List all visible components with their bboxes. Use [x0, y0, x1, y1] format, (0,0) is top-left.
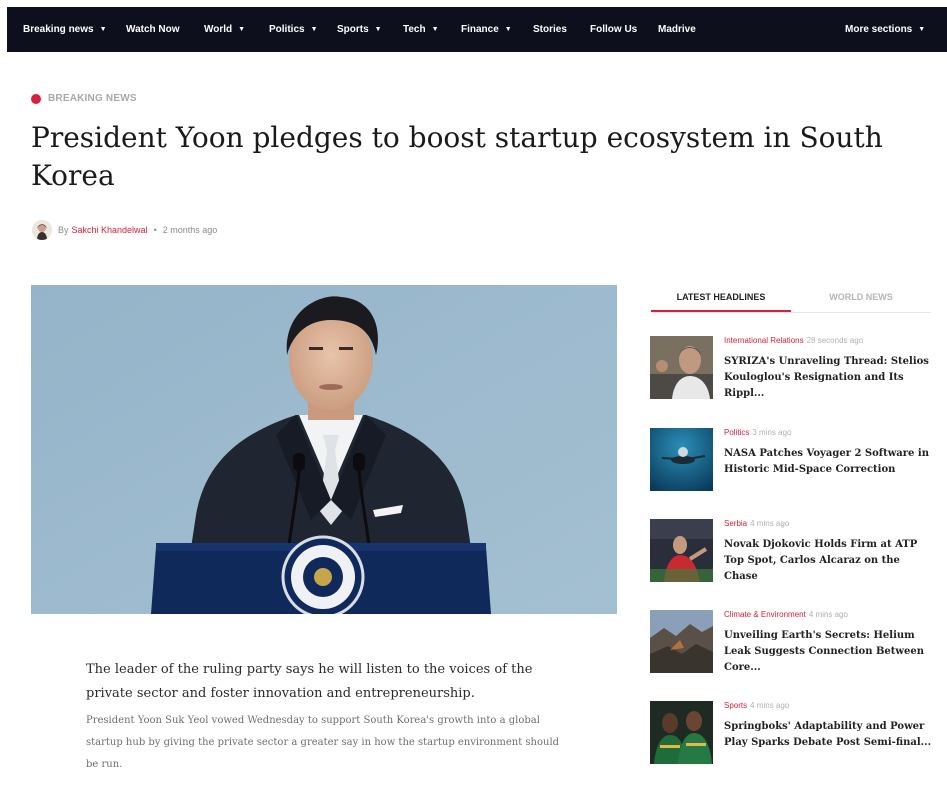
headline-category[interactable]: Sports	[724, 701, 747, 710]
headline-title[interactable]: SYRIZA's Unraveling Thread: Stelios Koul…	[724, 354, 934, 402]
article-title: President Yoon pledges to boost startup …	[31, 121, 883, 192]
headline-item[interactable]: Politics 3 mins ago NASA Patches Voyager …	[650, 428, 935, 492]
nav-world[interactable]: World ▼	[204, 7, 245, 52]
headline-thumbnail[interactable]	[650, 519, 713, 582]
caret-down-icon: ▼	[310, 26, 318, 33]
nav-label: Madrive	[658, 24, 696, 35]
byline: By Sakchi Khandelwal • 2 months ago	[32, 220, 217, 240]
headline-meta: International Relations 28 seconds ago	[724, 336, 863, 345]
category-label: BREAKING NEWS	[48, 93, 137, 104]
nav-label: Finance	[461, 24, 499, 35]
caret-down-icon: ▼	[374, 26, 382, 33]
headline-item[interactable]: International Relations 28 seconds ago SY…	[650, 336, 935, 400]
nav-more-sections[interactable]: More sections ▼	[845, 7, 925, 52]
headline-title[interactable]: Springboks' Adaptability and Power Play …	[724, 719, 934, 751]
caret-down-icon: ▼	[918, 26, 926, 33]
nav-madrive[interactable]: Madrive	[658, 7, 696, 52]
nav-politics[interactable]: Politics ▼	[269, 7, 318, 52]
nav-label: Sports	[337, 24, 369, 35]
live-dot-icon	[31, 93, 41, 104]
nav-sports[interactable]: Sports ▼	[337, 7, 382, 52]
caret-down-icon: ▼	[431, 26, 439, 33]
headline-time: 3 mins ago	[752, 428, 792, 437]
headline-item[interactable]: Climate & Environment 4 mins ago Unveilin…	[650, 610, 935, 674]
caret-down-icon: ▼	[238, 26, 246, 33]
nav-follow-us[interactable]: Follow Us	[590, 7, 637, 52]
nav-stories[interactable]: Stories	[533, 7, 567, 52]
headline-thumbnail[interactable]	[650, 610, 713, 673]
publish-time: 2 months ago	[162, 225, 218, 235]
byline-separator: •	[153, 225, 157, 235]
headline-time: 4 mins ago	[808, 610, 848, 619]
headline-time: 4 mins ago	[750, 519, 790, 528]
category-badge[interactable]: BREAKING NEWS	[31, 93, 137, 104]
headline-meta: Politics 3 mins ago	[724, 428, 791, 437]
headline-title[interactable]: Novak Djokovic Holds Firm at ATP Top Spo…	[724, 537, 934, 585]
author-link[interactable]: Sakchi Khandelwal	[72, 225, 148, 235]
headline-meta: Sports 4 mins ago	[724, 701, 789, 710]
nav-label: Stories	[533, 24, 567, 35]
nav-label: Politics	[269, 24, 305, 35]
headline-thumbnail[interactable]	[650, 428, 713, 491]
nav-finance[interactable]: Finance ▼	[461, 7, 512, 52]
headline-time: 4 mins ago	[750, 701, 790, 710]
byline-prefix: By	[58, 225, 69, 235]
caret-down-icon: ▼	[504, 26, 512, 33]
headline-title[interactable]: NASA Patches Voyager 2 Software in Histo…	[724, 446, 934, 478]
headline-category[interactable]: Climate & Environment	[724, 610, 806, 619]
nav-tech[interactable]: Tech ▼	[403, 7, 439, 52]
nav-label: World	[204, 24, 233, 35]
tab-latest-headlines[interactable]: LATEST HEADLINES	[651, 284, 791, 312]
headline-item[interactable]: Sports 4 mins ago Springboks' Adaptabilit…	[650, 701, 935, 765]
tab-world-news[interactable]: WORLD NEWS	[791, 284, 931, 310]
article-lede: The leader of the ruling party says he w…	[86, 662, 533, 701]
nav-breaking-news[interactable]: Breaking news ▼	[23, 7, 107, 52]
nav-label: Tech	[403, 24, 426, 35]
headline-category[interactable]: International Relations	[724, 336, 804, 345]
headline-category[interactable]: Serbia	[724, 519, 747, 528]
headline-thumbnail[interactable]	[650, 701, 713, 764]
headline-title[interactable]: Unveiling Earth's Secrets: Helium Leak S…	[724, 628, 934, 676]
article-body: President Yoon Suk Yeol vowed Wednesday …	[86, 715, 560, 770]
headline-category[interactable]: Politics	[724, 428, 749, 437]
nav-label: Follow Us	[590, 24, 638, 35]
caret-down-icon: ▼	[99, 26, 107, 33]
headline-thumbnail[interactable]	[650, 336, 713, 399]
headline-meta: Climate & Environment 4 mins ago	[724, 610, 848, 619]
nav-label: Watch Now	[126, 24, 180, 35]
nav-watch-now[interactable]: Watch Now	[126, 7, 180, 52]
author-avatar[interactable]	[32, 220, 52, 240]
top-navigation: Breaking news ▼ Watch Now World ▼ Politi…	[7, 7, 947, 52]
headline-time: 28 seconds ago	[806, 336, 864, 345]
sidebar-tabs: LATEST HEADLINES WORLD NEWS	[651, 284, 931, 313]
nav-label: Breaking news	[23, 24, 94, 35]
headline-meta: Serbia 4 mins ago	[724, 519, 789, 528]
nav-label: More sections	[845, 24, 913, 35]
hero-image	[31, 285, 617, 619]
headline-item[interactable]: Serbia 4 mins ago Novak Djokovic Holds Fi…	[650, 519, 935, 583]
